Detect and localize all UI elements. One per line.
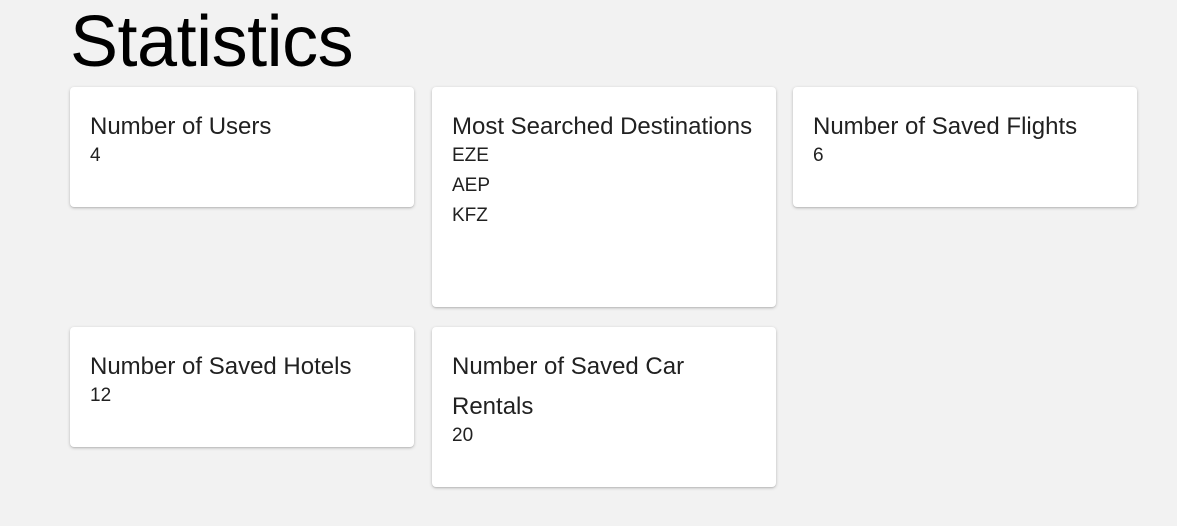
card-title-car-rentals: Number of Saved Car Rentals: [452, 353, 685, 420]
card-title-destinations: Most Searched Destinations: [452, 113, 753, 140]
stat-card-destinations: Most Searched Destinations EZE AEP KFZ: [432, 87, 776, 307]
card-title-hotels: Number of Saved Hotels: [90, 353, 352, 380]
card-title-flights: Number of Saved Flights: [813, 113, 1078, 140]
stat-card-users: Number of Users 4: [70, 87, 414, 207]
destination-item: AEP: [452, 175, 491, 196]
destination-item: KFZ: [452, 205, 488, 226]
page-title: Statistics: [70, 2, 354, 82]
stat-card-hotels: Number of Saved Hotels 12: [70, 327, 414, 447]
destination-list: EZE AEP KFZ: [452, 141, 756, 231]
stat-card-car-rentals: Number of Saved Car Rentals 20: [432, 327, 776, 487]
stat-card-flights: Number of Saved Flights 6: [793, 87, 1137, 207]
